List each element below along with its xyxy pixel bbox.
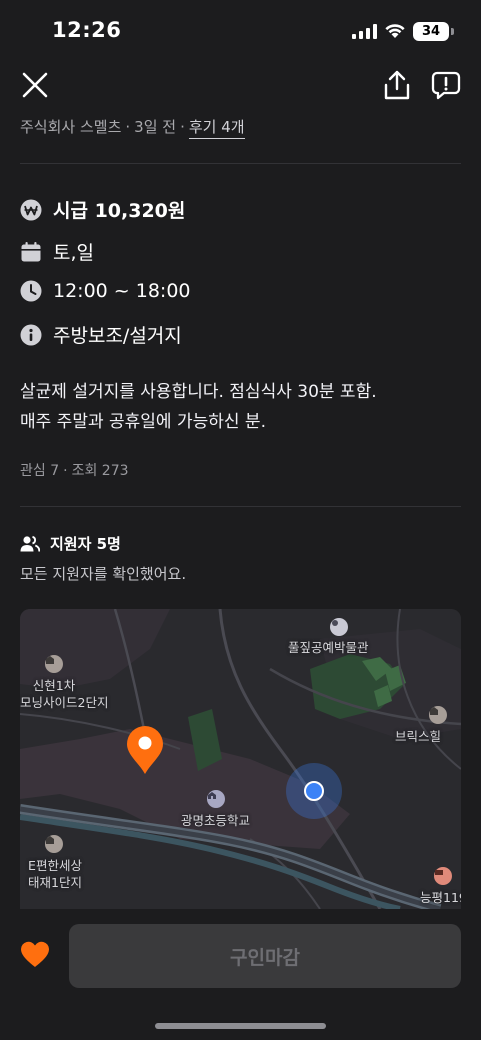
location-pin-icon[interactable] (125, 725, 165, 775)
map-label-school: 광명초등학교 (181, 813, 251, 828)
battery-icon: 34 (413, 22, 449, 41)
clock-icon (20, 280, 42, 302)
fire-station-icon (434, 867, 452, 885)
map-label-apt2: E편한세상 태재1단지 (24, 857, 86, 891)
meta-separator: · (180, 118, 185, 136)
days-row: 토,일 (20, 238, 94, 265)
won-icon (20, 199, 42, 221)
museum-icon (330, 618, 348, 636)
report-button[interactable] (430, 69, 462, 101)
wage-text: 시급 10,320원 (53, 200, 186, 222)
map-background (20, 609, 461, 909)
map-label-apt1-line2: 모닝사이드2단지 (20, 695, 109, 710)
status-time: 12:26 (52, 18, 122, 42)
home-indicator (155, 1023, 326, 1029)
battery-cap (451, 28, 454, 35)
map-label-apt2-line1: E편한세상 (28, 858, 82, 873)
report-icon (431, 71, 461, 100)
apartment-icon (45, 835, 63, 853)
posted-time: 3일 전 (134, 118, 177, 136)
interest-count: 관심 7 (20, 463, 60, 479)
share-icon (384, 70, 410, 100)
favorite-button[interactable] (20, 940, 50, 970)
category-text: 주방보조/설거지 (53, 325, 182, 347)
close-icon (22, 72, 48, 98)
category-row: 주방보조/설거지 (20, 321, 182, 348)
info-icon (20, 324, 42, 346)
applicants-title: 지원자 5명 (50, 535, 121, 553)
share-button[interactable] (381, 68, 413, 102)
company-name[interactable]: 주식회사 스멜츠 (20, 118, 121, 136)
description-line: 살균제 설거지를 사용합니다. 점심식사 30분 포함. (20, 382, 377, 402)
job-description: 살균제 설거지를 사용합니다. 점심식사 30분 포함. 매주 주말과 공휴일에… (20, 377, 461, 437)
school-icon (207, 790, 225, 808)
map-label-apt1-line1: 신현1차 (32, 678, 76, 693)
post-meta: 주식회사 스멜츠 · 3일 전 · 후기 4개 (20, 116, 245, 139)
map-label-apt2-line2: 태재1단지 (28, 875, 82, 890)
calendar-icon (20, 241, 42, 263)
location-map[interactable]: 풀짚공예박물관 신현1차 모닝사이드2단지 브릭스힐 광명초등학교 E편한세상 … (20, 609, 461, 909)
job-detail-screen: 12:26 34 주식회사 스멜츠 · 3일 전 · 후기 4개 시급 10,3… (0, 0, 481, 1040)
apartment-icon (45, 655, 63, 673)
wage-row: 시급 10,320원 (20, 196, 185, 223)
heart-icon (21, 941, 49, 967)
map-label-apt1: 신현1차 모닝사이드2단지 (20, 677, 109, 711)
meta-separator: · (125, 118, 131, 136)
divider (20, 506, 461, 507)
applicants-subtitle: 모든 지원자를 확인했어요. (20, 565, 187, 583)
days-text: 토,일 (53, 242, 94, 264)
reviews-link[interactable]: 후기 4개 (188, 118, 245, 139)
map-label-brix: 브릭스힐 (395, 729, 442, 744)
hours-text: 12:00 ~ 18:00 (53, 280, 191, 302)
apartment-icon (429, 706, 447, 724)
map-label-pyeong: 능평119 (420, 890, 461, 905)
post-stats: 관심 7 · 조회 273 (20, 460, 129, 480)
current-location-dot[interactable] (304, 781, 324, 801)
divider (20, 163, 461, 164)
close-button[interactable] (20, 70, 50, 100)
status-bar: 12:26 34 (0, 0, 481, 62)
view-count: 조회 273 (71, 463, 129, 479)
people-icon (20, 535, 40, 552)
wifi-icon (385, 24, 405, 38)
recruitment-closed-button[interactable]: 구인마감 (69, 924, 461, 988)
map-label-museum: 풀짚공예박물관 (288, 640, 369, 655)
applicants-header[interactable]: 지원자 5명 (20, 533, 121, 554)
stats-separator: · (63, 463, 68, 479)
description-line: 매주 주말과 공휴일에 가능하신 분. (20, 412, 266, 432)
hours-row: 12:00 ~ 18:00 (20, 280, 191, 302)
cellular-signal-icon (352, 24, 377, 39)
